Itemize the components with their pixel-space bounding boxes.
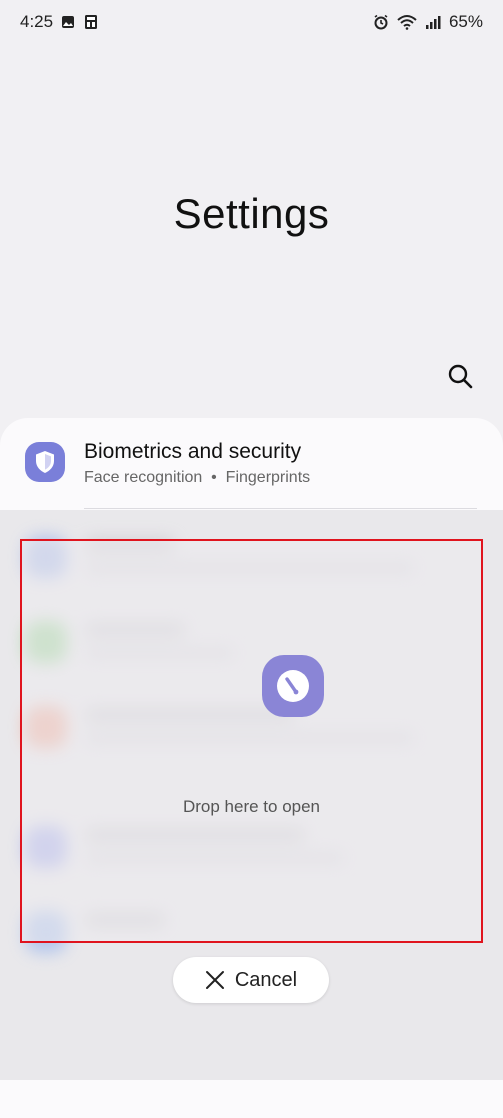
setting-item-biometrics[interactable]: Biometrics and security Face recognition… bbox=[0, 418, 503, 514]
page-title: Settings bbox=[173, 190, 330, 237]
battery-level: 65% bbox=[448, 12, 483, 31]
signal-icon bbox=[425, 14, 441, 30]
digital-wellbeing-icon bbox=[262, 655, 324, 717]
search-button[interactable] bbox=[444, 360, 476, 392]
cancel-label: Cancel bbox=[234, 968, 298, 991]
status-bar: 4:25 65% bbox=[0, 0, 503, 44]
cancel-button[interactable]: Cancel bbox=[173, 957, 329, 1003]
setting-title: Biometrics and security bbox=[84, 440, 302, 463]
wifi-icon bbox=[397, 14, 417, 30]
status-left: 4:25 bbox=[20, 12, 99, 32]
drop-target[interactable]: Drop here to open bbox=[20, 539, 483, 943]
row-divider bbox=[84, 508, 477, 509]
status-time: 4:25 bbox=[20, 12, 54, 31]
alarm-icon bbox=[373, 14, 389, 30]
status-right: 65% bbox=[373, 12, 483, 32]
gallery-icon bbox=[61, 15, 75, 29]
close-icon bbox=[205, 971, 224, 989]
shield-icon bbox=[25, 442, 65, 482]
drop-label: Drop here to open bbox=[182, 797, 321, 816]
search-icon bbox=[448, 364, 473, 389]
news-icon bbox=[83, 14, 99, 30]
setting-subtitle: Face recognition • Fingerprints bbox=[84, 469, 311, 486]
